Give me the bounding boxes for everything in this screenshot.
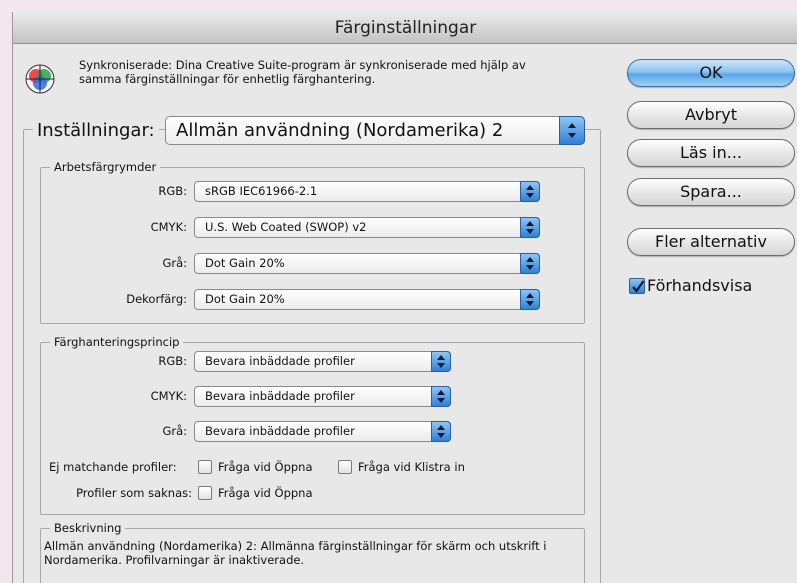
ws-gray-value: Dot Gain 20% xyxy=(205,256,285,270)
updown-arrows-icon xyxy=(520,181,540,202)
mismatch-label: Ej matchande profiler: xyxy=(49,460,177,474)
color-sync-icon xyxy=(25,64,55,94)
working-spaces-legend: Arbetsfärgrymder xyxy=(50,160,161,174)
description-text: Allmän användning (Nordamerika) 2: Allmä… xyxy=(44,539,547,567)
missing-open-label: Fråga vid Öppna xyxy=(218,486,313,500)
color-settings-dialog: Färginställningar Synkroniserade: Dina C… xyxy=(12,12,797,583)
missing-open-checkbox[interactable] xyxy=(198,486,212,500)
sync-status-text: Synkroniserade: Dina Creative Suite-prog… xyxy=(79,58,526,86)
ws-spot-select[interactable]: Dot Gain 20% xyxy=(194,289,540,310)
missing-label: Profiler som saknas: xyxy=(76,486,192,500)
cancel-button[interactable]: Avbryt xyxy=(627,101,795,129)
settings-label: Inställningar: xyxy=(33,120,159,142)
mismatch-open-checkbox[interactable] xyxy=(198,460,212,474)
updown-arrows-icon xyxy=(559,116,585,145)
updown-arrows-icon xyxy=(520,253,540,274)
mismatch-paste-label: Fråga vid Klistra in xyxy=(358,460,465,474)
policy-cmyk-value: Bevara inbäddade profiler xyxy=(205,389,355,403)
settings-select[interactable]: Allmän användning (Nordamerika) 2 xyxy=(165,116,585,145)
ws-rgb-label: RGB: xyxy=(158,184,187,198)
mismatch-open-label: Fråga vid Öppna xyxy=(218,460,313,474)
policy-rgb-select[interactable]: Bevara inbäddade profiler xyxy=(194,351,451,372)
ws-cmyk-value: U.S. Web Coated (SWOP) v2 xyxy=(205,220,367,234)
ws-rgb-select[interactable]: sRGB IEC61966-2.1 xyxy=(194,181,540,202)
policies-legend: Färghanteringsprincip xyxy=(50,335,184,349)
checkmark-icon xyxy=(632,280,645,293)
policy-cmyk-label: CMYK: xyxy=(150,389,187,403)
updown-arrows-icon xyxy=(520,289,540,310)
ws-cmyk-label: CMYK: xyxy=(150,220,187,234)
ws-gray-select[interactable]: Dot Gain 20% xyxy=(194,253,540,274)
updown-arrows-icon xyxy=(520,217,540,238)
policy-rgb-label: RGB: xyxy=(158,354,187,368)
description-legend: Beskrivning xyxy=(50,521,126,535)
ok-button[interactable]: OK xyxy=(627,59,795,87)
preview-label: Förhandsvisa xyxy=(647,276,753,295)
policy-cmyk-select[interactable]: Bevara inbäddade profiler xyxy=(194,386,451,407)
window-title: Färginställningar xyxy=(13,12,797,44)
policy-gray-value: Bevara inbäddade profiler xyxy=(205,424,355,438)
updown-arrows-icon xyxy=(431,386,451,407)
more-options-button[interactable]: Fler alternativ xyxy=(627,228,795,256)
save-button[interactable]: Spara... xyxy=(627,178,795,206)
policy-rgb-value: Bevara inbäddade profiler xyxy=(205,354,355,368)
policy-gray-label: Grå: xyxy=(162,424,187,438)
updown-arrows-icon xyxy=(431,421,451,442)
updown-arrows-icon xyxy=(431,351,451,372)
load-button[interactable]: Läs in... xyxy=(627,139,795,167)
settings-select-value: Allmän användning (Nordamerika) 2 xyxy=(176,120,504,141)
policy-gray-select[interactable]: Bevara inbäddade profiler xyxy=(194,421,451,442)
mismatch-paste-checkbox[interactable] xyxy=(338,460,352,474)
ws-rgb-value: sRGB IEC61966-2.1 xyxy=(205,184,318,198)
ws-spot-label: Dekorfärg: xyxy=(126,292,187,306)
ws-cmyk-select[interactable]: U.S. Web Coated (SWOP) v2 xyxy=(194,217,540,238)
ws-spot-value: Dot Gain 20% xyxy=(205,292,285,306)
preview-checkbox[interactable] xyxy=(629,278,645,294)
ws-gray-label: Grå: xyxy=(162,256,187,270)
